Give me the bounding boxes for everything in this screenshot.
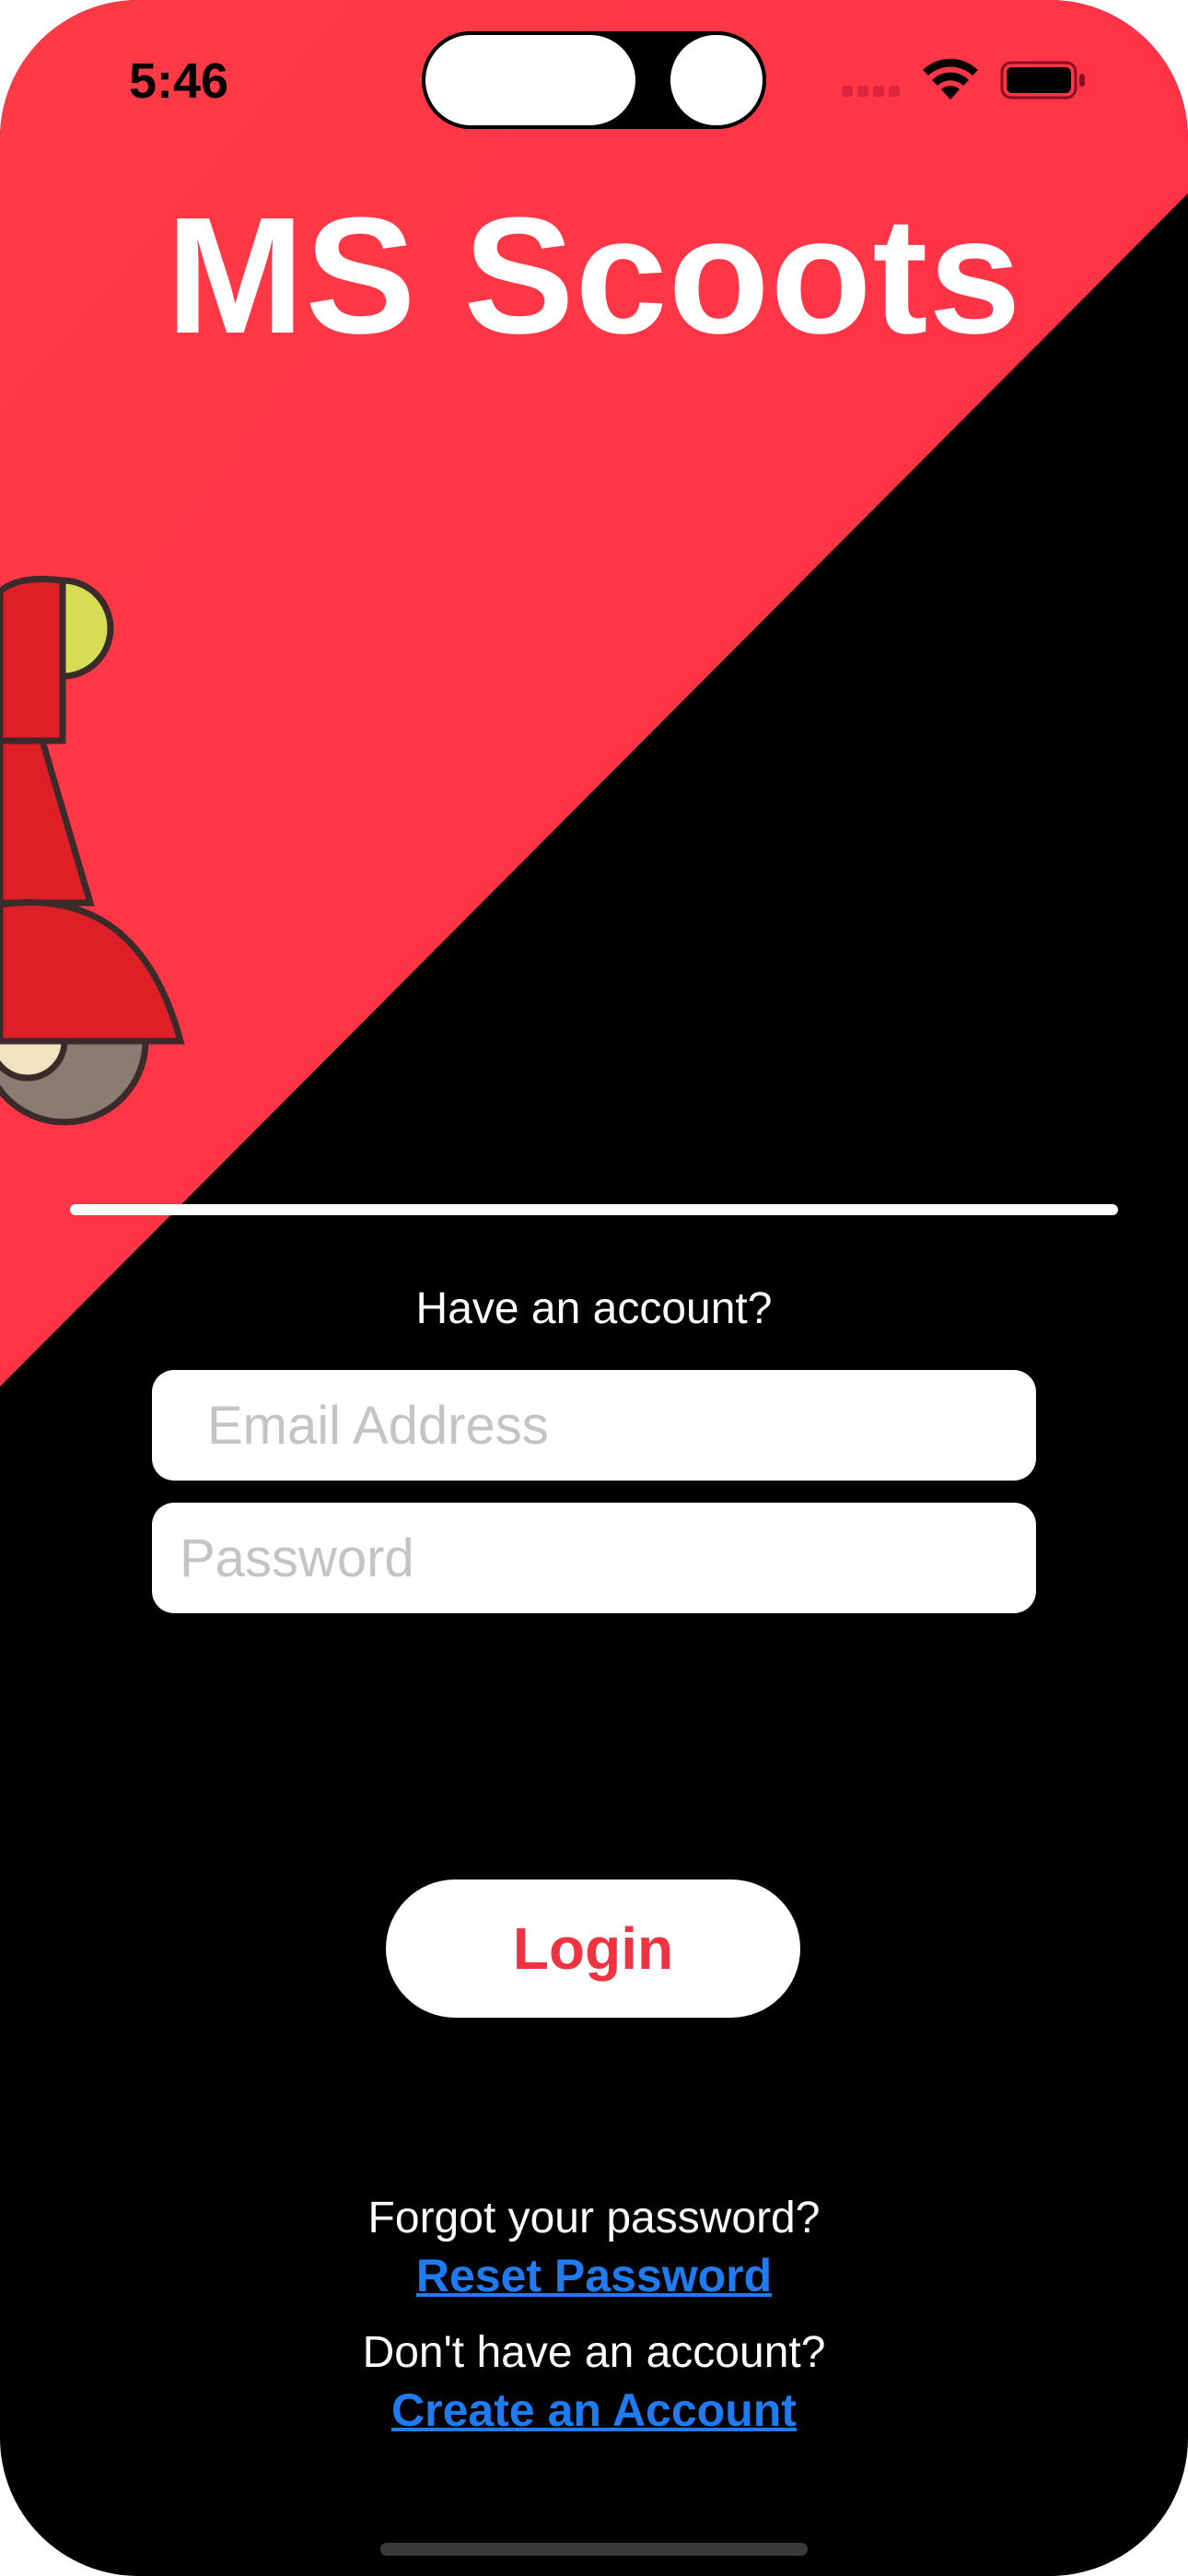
create-account-link[interactable]: Create an Account xyxy=(391,2384,797,2436)
create-account-row: Create an Account xyxy=(0,2381,1188,2440)
dynamic-island-pill xyxy=(422,31,639,129)
forgot-password-text: Forgot your password? xyxy=(367,2194,821,2242)
cellular-signal-icon xyxy=(842,85,906,98)
email-field[interactable] xyxy=(152,1370,1036,1481)
no-account-text: Don't have an account? xyxy=(362,2328,826,2377)
reset-password-link[interactable]: Reset Password xyxy=(416,2250,772,2301)
status-time: 5:46 xyxy=(129,53,229,109)
scooter-illustration xyxy=(0,576,185,1126)
dynamic-island-camera xyxy=(667,31,766,129)
app-screen: 5:46 MS Scoots Have an account? Login Fo… xyxy=(0,0,1188,2576)
password-field[interactable] xyxy=(152,1503,1036,1613)
divider-line xyxy=(70,1204,1118,1215)
login-button[interactable]: Login xyxy=(386,1879,800,2018)
home-indicator[interactable] xyxy=(380,2543,808,2556)
app-title: MS Scoots xyxy=(166,183,1022,369)
wifi-icon xyxy=(923,58,978,100)
reset-password-row: Reset Password xyxy=(0,2246,1188,2305)
have-account-prompt: Have an account? xyxy=(415,1284,773,1333)
battery-icon xyxy=(1000,61,1085,100)
